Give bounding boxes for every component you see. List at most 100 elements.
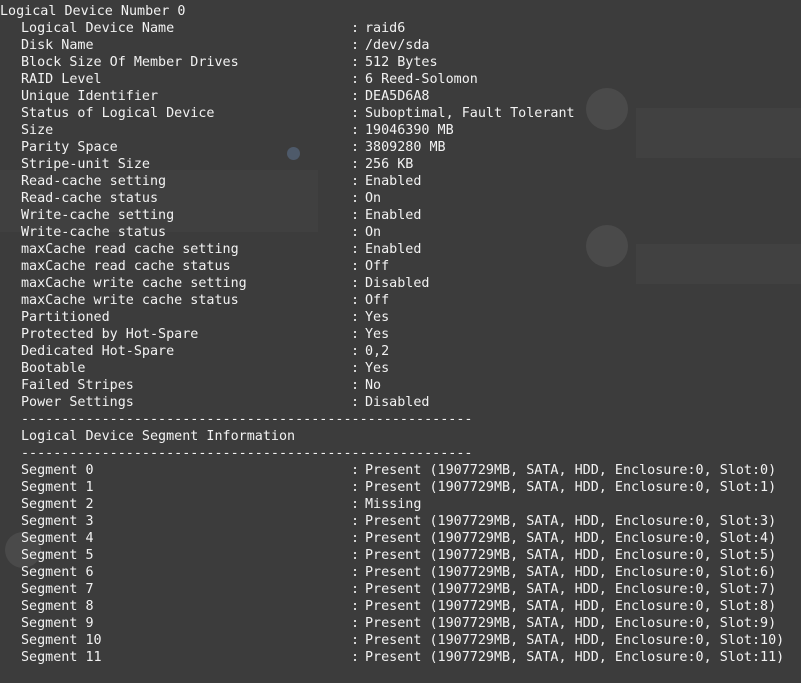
segment-row: Segment 2: Missing xyxy=(0,496,784,513)
property-row-value: Yes xyxy=(365,310,390,325)
segment-row-label: Segment 6 xyxy=(21,565,94,580)
property-row-value: Off xyxy=(365,293,390,308)
property-row-label: maxCache read cache setting xyxy=(21,242,239,257)
colon: : xyxy=(351,242,360,257)
segment-row-value: Present (1907729MB, SATA, HDD, Enclosure… xyxy=(365,531,777,546)
property-row-label: Disk Name xyxy=(21,38,94,53)
property-row-value: Enabled xyxy=(365,242,422,257)
property-row-label: Failed Stripes xyxy=(21,378,134,393)
colon: : xyxy=(351,21,360,36)
property-row-label: Stripe-unit Size xyxy=(21,157,150,172)
segment-row: Segment 3: Present (1907729MB, SATA, HDD,… xyxy=(0,513,784,530)
colon: : xyxy=(351,548,360,563)
property-row-value: Yes xyxy=(365,361,390,376)
property-row: Stripe-unit Size:256 KB xyxy=(0,156,784,173)
segment-row-label: Segment 4 xyxy=(21,531,94,546)
property-row-value: Disabled xyxy=(365,276,430,291)
property-row-value: On xyxy=(365,225,382,240)
colon: : xyxy=(351,327,360,342)
property-row-value: /dev/sda xyxy=(365,38,430,53)
property-row: Power Settings: Disabled xyxy=(0,394,784,411)
segment-row-label: Segment 10 xyxy=(21,633,102,648)
property-row: Dedicated Hot-Spare:0,2 xyxy=(0,343,784,360)
terminal-window[interactable]: Logical Device Number 0 Logical Device N… xyxy=(0,0,801,683)
logical-device-header: Logical Device Number 0 xyxy=(0,4,186,19)
segment-row-value: Present (1907729MB, SATA, HDD, Enclosure… xyxy=(365,599,777,614)
colon: : xyxy=(351,582,360,597)
property-row-value: raid6 xyxy=(365,21,406,36)
colon: : xyxy=(351,106,360,121)
segment-row-label: Segment 7 xyxy=(21,582,94,597)
property-row-label: Parity Space xyxy=(21,140,118,155)
colon: : xyxy=(351,174,360,189)
separator-line: ----------------------------------------… xyxy=(21,446,473,461)
colon: : xyxy=(351,157,360,172)
colon: : xyxy=(351,191,360,206)
property-row-value: Enabled xyxy=(365,174,422,189)
colon: : xyxy=(351,276,360,291)
property-row: Block Size Of Member Drives:512 Bytes xyxy=(0,54,784,71)
property-row-value: 3809280 MB xyxy=(365,140,446,155)
segment-row: Segment 5: Present (1907729MB, SATA, HDD,… xyxy=(0,547,784,564)
segment-row: Segment 8: Present (1907729MB, SATA, HDD,… xyxy=(0,598,784,615)
property-row: Write-cache status: On xyxy=(0,224,784,241)
segment-row-value: Present (1907729MB, SATA, HDD, Enclosure… xyxy=(365,582,777,597)
property-row-value: DEA5D6A8 xyxy=(365,89,430,104)
property-row: Read-cache status: On xyxy=(0,190,784,207)
property-row: Read-cache setting: Enabled xyxy=(0,173,784,190)
colon: : xyxy=(351,463,360,478)
property-row-value: 512 Bytes xyxy=(365,55,438,70)
segment-row: Segment 1: Present (1907729MB, SATA, HDD,… xyxy=(0,479,784,496)
segment-section-title: Logical Device Segment Information xyxy=(21,429,296,444)
segment-row-label: Segment 3 xyxy=(21,514,94,529)
property-row: Status of Logical Device: Suboptimal, Fau… xyxy=(0,105,784,122)
segment-row: Segment 0: Present (1907729MB, SATA, HDD,… xyxy=(0,462,784,479)
property-row: Failed Stripes: No xyxy=(0,377,784,394)
property-row-label: Block Size Of Member Drives xyxy=(21,55,239,70)
property-row-value: Enabled xyxy=(365,208,422,223)
segment-row: Segment 11: Present (1907729MB, SATA, HDD… xyxy=(0,649,784,666)
segment-row-value: Present (1907729MB, SATA, HDD, Enclosure… xyxy=(365,616,777,631)
property-row-label: Dedicated Hot-Spare xyxy=(21,344,175,359)
colon: : xyxy=(351,140,360,155)
property-row: Logical Device Name: raid6 xyxy=(0,20,784,37)
property-row: Bootable: Yes xyxy=(0,360,784,377)
property-row: maxCache write cache status: Off xyxy=(0,292,784,309)
property-row-label: Status of Logical Device xyxy=(21,106,215,121)
segment-row-value: Present (1907729MB, SATA, HDD, Enclosure… xyxy=(365,565,777,580)
segment-row-label: Segment 2 xyxy=(21,497,94,512)
colon: : xyxy=(351,72,360,87)
property-row: maxCache read cache setting: Enabled xyxy=(0,241,784,258)
property-row-label: Power Settings xyxy=(21,395,134,410)
colon: : xyxy=(351,616,360,631)
property-row: Write-cache setting: Enabled xyxy=(0,207,784,224)
colon: : xyxy=(351,650,360,665)
property-row-label: maxCache read cache status xyxy=(21,259,231,274)
property-row: Protected by Hot-Spare: Yes xyxy=(0,326,784,343)
colon: : xyxy=(351,225,360,240)
segment-row: Segment 6: Present (1907729MB, SATA, HDD,… xyxy=(0,564,784,581)
property-row-label: Bootable xyxy=(21,361,86,376)
segment-row-label: Segment 5 xyxy=(21,548,94,563)
segment-row-value: Missing xyxy=(365,497,422,512)
segment-list: Segment 0: Present (1907729MB, SATA, HDD,… xyxy=(0,462,784,666)
segment-row-label: Segment 9 xyxy=(21,616,94,631)
colon: : xyxy=(351,208,360,223)
property-row-label: Write-cache setting xyxy=(21,208,175,223)
property-row: Unique Identifier: DEA5D6A8 xyxy=(0,88,784,105)
segment-row-value: Present (1907729MB, SATA, HDD, Enclosure… xyxy=(365,633,785,648)
colon: : xyxy=(351,565,360,580)
colon: : xyxy=(351,310,360,325)
segment-row-label: Segment 8 xyxy=(21,599,94,614)
colon: : xyxy=(351,89,360,104)
property-list: Logical Device Name: raid6 Disk Name: /dev/… xyxy=(0,20,784,411)
colon: : xyxy=(351,514,360,529)
property-row-value: No xyxy=(365,378,382,393)
property-row-label: Unique Identifier xyxy=(21,89,159,104)
property-row-label: Write-cache status xyxy=(21,225,167,240)
terminal-output: Logical Device Number 0 Logical Device N… xyxy=(0,3,784,666)
colon: : xyxy=(351,395,360,410)
property-row: RAID Level:6 Reed-Solomon xyxy=(0,71,784,88)
colon: : xyxy=(351,55,360,70)
property-row-value: 256 KB xyxy=(365,157,414,172)
